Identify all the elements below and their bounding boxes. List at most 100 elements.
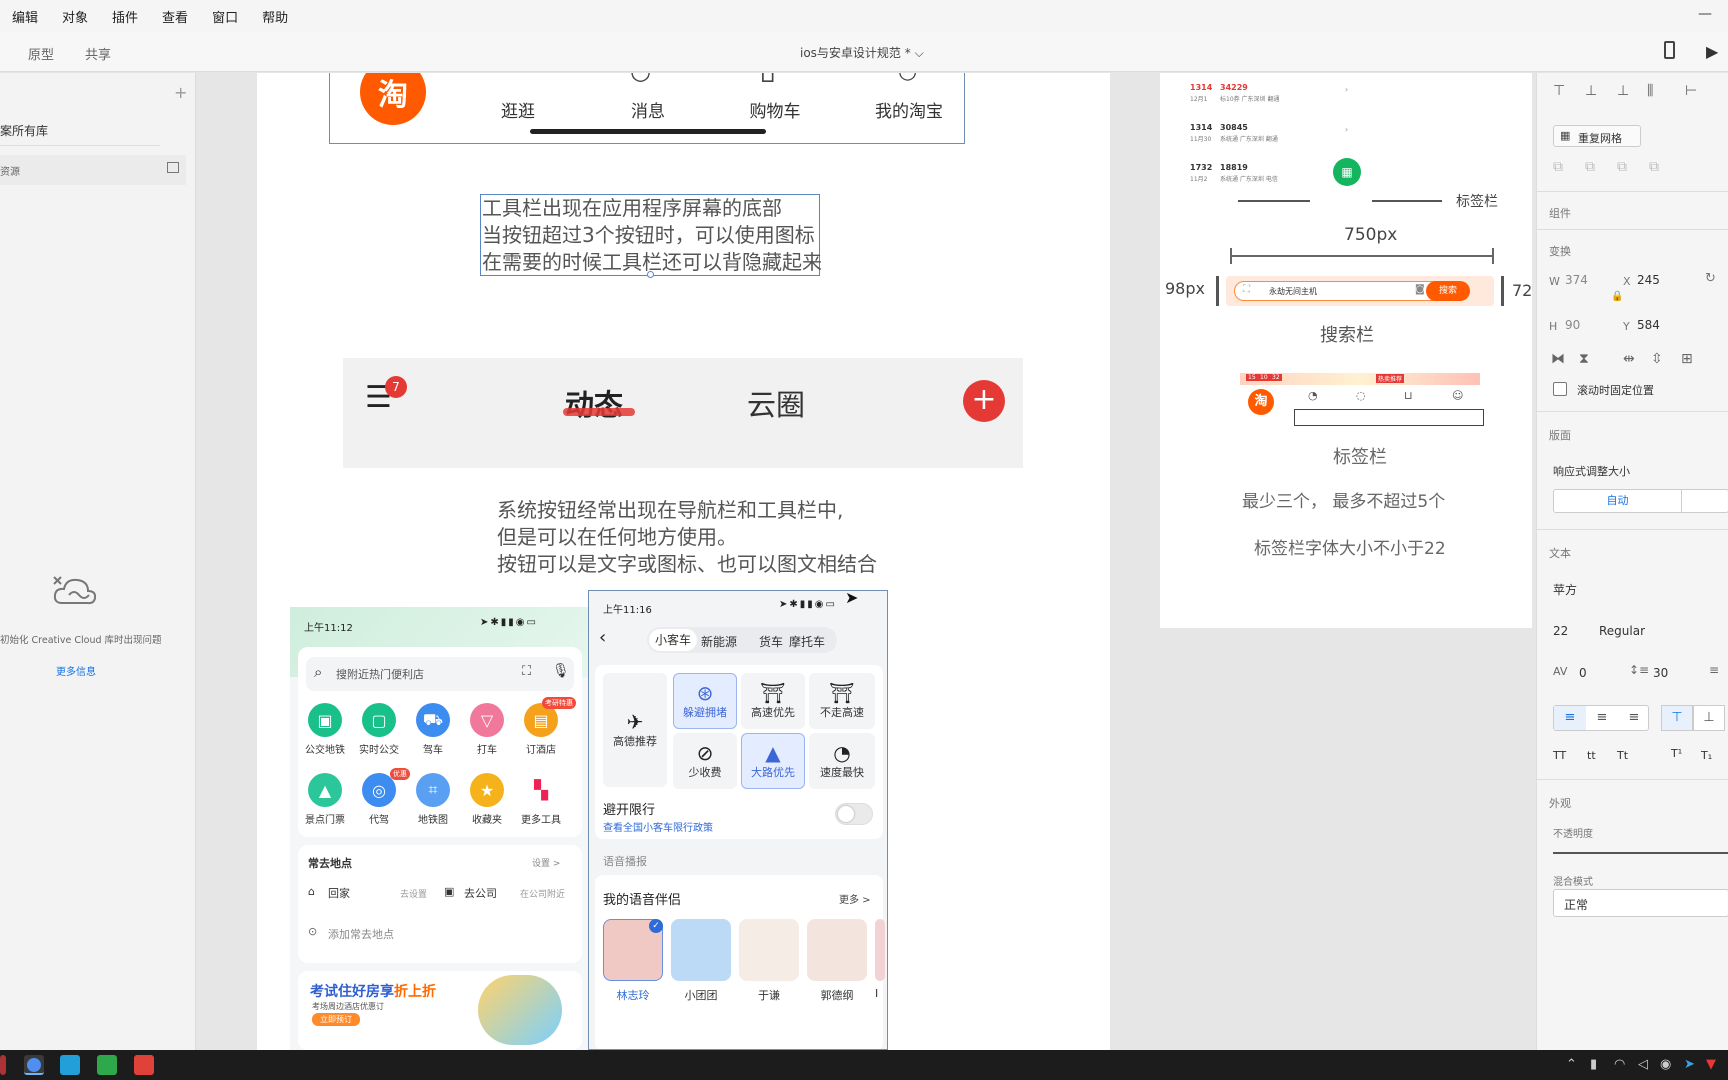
avatar xyxy=(739,919,799,981)
artboard-main[interactable]: 淘 ◠ 逛逛 ◡ 消息 ⊔ 购物车 ◡ 我的淘宝 工具栏出现在应用程序屏幕的底部… xyxy=(257,73,1110,1050)
boolean-subtract-icon[interactable]: ⧉ xyxy=(1585,159,1595,175)
phone-preview-icon[interactable] xyxy=(1664,41,1675,59)
menu-window[interactable]: 窗口 xyxy=(200,7,250,26)
app-icon[interactable] xyxy=(134,1055,154,1075)
flip-vertical-icon[interactable]: ⧗ xyxy=(1579,351,1589,367)
message-icon: ◡ xyxy=(630,73,651,85)
mouse-cursor-icon: ➤ xyxy=(845,588,859,607)
voice-name: 于谦 xyxy=(758,989,780,1002)
record-desc: 系统通 广东深圳 翻通 xyxy=(1220,136,1278,143)
document-title-text: ios与安卓设计规范 * xyxy=(800,46,911,60)
add-library-button[interactable]: + xyxy=(174,83,187,102)
highway-icon: ⛩ xyxy=(760,681,786,705)
fix-scroll-checkbox[interactable] xyxy=(1553,382,1567,396)
record-num: 1732 xyxy=(1190,163,1213,172)
promo-illustration xyxy=(478,975,562,1045)
paragraph-spacing-icon[interactable]: ≡ xyxy=(1709,663,1719,677)
quick-item: ▚ 更多工具 xyxy=(518,773,564,826)
resize-auto-option[interactable]: 自动 xyxy=(1554,490,1682,512)
blend-mode-select[interactable]: 正常 xyxy=(1553,889,1728,917)
distribute-icon[interactable]: ⫼ xyxy=(1647,83,1653,99)
resize-handle[interactable] xyxy=(647,271,654,278)
promo-subtitle: 考场周边酒店优惠订 xyxy=(312,1002,384,1011)
tab-prototype[interactable]: 原型 xyxy=(28,44,54,63)
more-info-link[interactable]: 更多信息 xyxy=(56,663,96,678)
app-icon[interactable] xyxy=(0,1055,6,1075)
design-canvas[interactable]: 淘 ◠ 逛逛 ◡ 消息 ⊔ 购物车 ◡ 我的淘宝 工具栏出现在应用程序屏幕的底部… xyxy=(197,73,1536,1050)
library-item-label: 资源 xyxy=(0,167,20,178)
menu-help[interactable]: 帮助 xyxy=(250,7,300,26)
tab-share[interactable]: 共享 xyxy=(85,44,111,63)
mini-tag: 热卖推荐 xyxy=(1376,374,1405,383)
font-family-field[interactable]: 苹方 xyxy=(1553,581,1577,598)
chevron-right-icon: › xyxy=(1345,85,1349,94)
toolbar-note-textbox[interactable]: 工具栏出现在应用程序屏幕的底部 当按钮超过3个按钮时，可以使用图标 在需要的时候… xyxy=(480,194,822,278)
volume-icon[interactable]: ◁ xyxy=(1638,1057,1648,1072)
minimize-button[interactable]: — xyxy=(1698,6,1712,22)
route-option: ✈ 高德推荐 xyxy=(603,673,667,787)
opacity-slider[interactable] xyxy=(1553,852,1728,854)
font-size-field[interactable]: 22 xyxy=(1553,624,1568,638)
library-item[interactable]: 资源 xyxy=(0,155,186,185)
align-top-icon[interactable]: ⊤ xyxy=(1553,83,1565,99)
document-title[interactable]: ios与安卓设计规范 * ⌵ xyxy=(800,44,924,61)
component-section: 组件 xyxy=(1549,207,1571,220)
height-label-98: 98px xyxy=(1165,279,1205,298)
subscript-icon[interactable]: T₁ xyxy=(1701,749,1712,762)
case-lowercase-button[interactable]: tt xyxy=(1587,749,1596,762)
case-titlecase-button[interactable]: Tt xyxy=(1617,749,1628,762)
microphone-icon[interactable]: ▮ xyxy=(1590,1057,1597,1072)
flip-horizontal-icon[interactable]: ⧓ xyxy=(1551,351,1565,367)
x-field[interactable]: 245 xyxy=(1637,273,1660,287)
telegram-icon[interactable] xyxy=(60,1055,80,1075)
align-center-text-icon[interactable]: ≡ xyxy=(1586,706,1618,730)
lock-icon[interactable]: 🔒 xyxy=(1611,291,1623,302)
quick-item: ▣ 公交地铁 xyxy=(302,703,348,756)
superscript-icon[interactable]: T¹ xyxy=(1671,747,1682,760)
align-left-icon[interactable]: ⊢ xyxy=(1685,83,1697,99)
quick-item-label: 代驾 xyxy=(369,815,389,826)
chevron-up-icon[interactable]: ⌃ xyxy=(1566,1057,1577,1072)
tabbar-item-profile: 我的淘宝 xyxy=(875,102,943,122)
height-field[interactable]: 90 xyxy=(1565,318,1580,332)
editor-icon[interactable] xyxy=(97,1055,117,1075)
text-vertical-middle-icon[interactable]: ⊥ xyxy=(1693,705,1725,731)
text-vertical-top-icon[interactable]: ⊤ xyxy=(1661,705,1693,731)
font-weight-field[interactable]: Regular xyxy=(1599,624,1645,638)
record-row: 1314 30845 11月30 系统通 广东深圳 翻通 xyxy=(1190,123,1278,143)
menu-object[interactable]: 对象 xyxy=(50,7,100,26)
tray-app-icon[interactable]: ◉ xyxy=(1660,1057,1671,1072)
padding-icon[interactable]: ⊞ xyxy=(1681,351,1693,367)
spacing-horizontal-icon[interactable]: ⇹ xyxy=(1623,351,1635,367)
spacing-vertical-icon[interactable]: ⇳ xyxy=(1651,351,1663,367)
artboard-tabbar-spec[interactable]: 1314 34229 12月1 标10券 广东深圳 翻通 1314 30845 … xyxy=(1160,73,1532,628)
security-tray-icon[interactable]: ▼ xyxy=(1706,1057,1716,1072)
boolean-exclude-icon[interactable]: ⧉ xyxy=(1649,159,1659,175)
repeat-grid-button[interactable]: ▦ 重复网格 xyxy=(1553,125,1641,147)
play-icon[interactable]: ▶ xyxy=(1706,42,1718,61)
quick-item: ▢ 实时公交 xyxy=(356,703,402,756)
align-right-text-icon[interactable]: ≡ xyxy=(1618,706,1650,730)
menu-view[interactable]: 查看 xyxy=(150,7,200,26)
telegram-tray-icon[interactable]: ➤ xyxy=(1684,1057,1695,1072)
quick-item-label: 公交地铁 xyxy=(305,745,345,756)
camera-icon: ◙ xyxy=(1415,284,1425,295)
library-panel-icon[interactable] xyxy=(167,162,179,173)
width-field[interactable]: 374 xyxy=(1565,273,1588,287)
menu-plugins[interactable]: 插件 xyxy=(100,7,150,26)
menu-edit[interactable]: 编辑 xyxy=(0,7,50,26)
align-left-text-icon[interactable]: ≡ xyxy=(1554,706,1586,730)
case-uppercase-button[interactable]: TT xyxy=(1553,749,1566,762)
boolean-add-icon[interactable]: ⧉ xyxy=(1553,159,1563,175)
browser-icon[interactable] xyxy=(24,1055,44,1075)
speedometer-icon: ◔ xyxy=(833,741,851,765)
align-middle-icon[interactable]: ⊥ xyxy=(1585,83,1597,99)
rotate-icon[interactable]: ↻ xyxy=(1705,271,1716,286)
tracking-field[interactable]: 0 xyxy=(1579,666,1587,680)
y-field[interactable]: 584 xyxy=(1637,318,1660,332)
wifi-icon[interactable]: ◠ xyxy=(1614,1057,1625,1072)
divider xyxy=(1537,779,1728,780)
line-height-field[interactable]: 30 xyxy=(1653,666,1668,680)
align-bottom-icon[interactable]: ⊥ xyxy=(1617,83,1629,99)
boolean-intersect-icon[interactable]: ⧉ xyxy=(1617,159,1627,175)
